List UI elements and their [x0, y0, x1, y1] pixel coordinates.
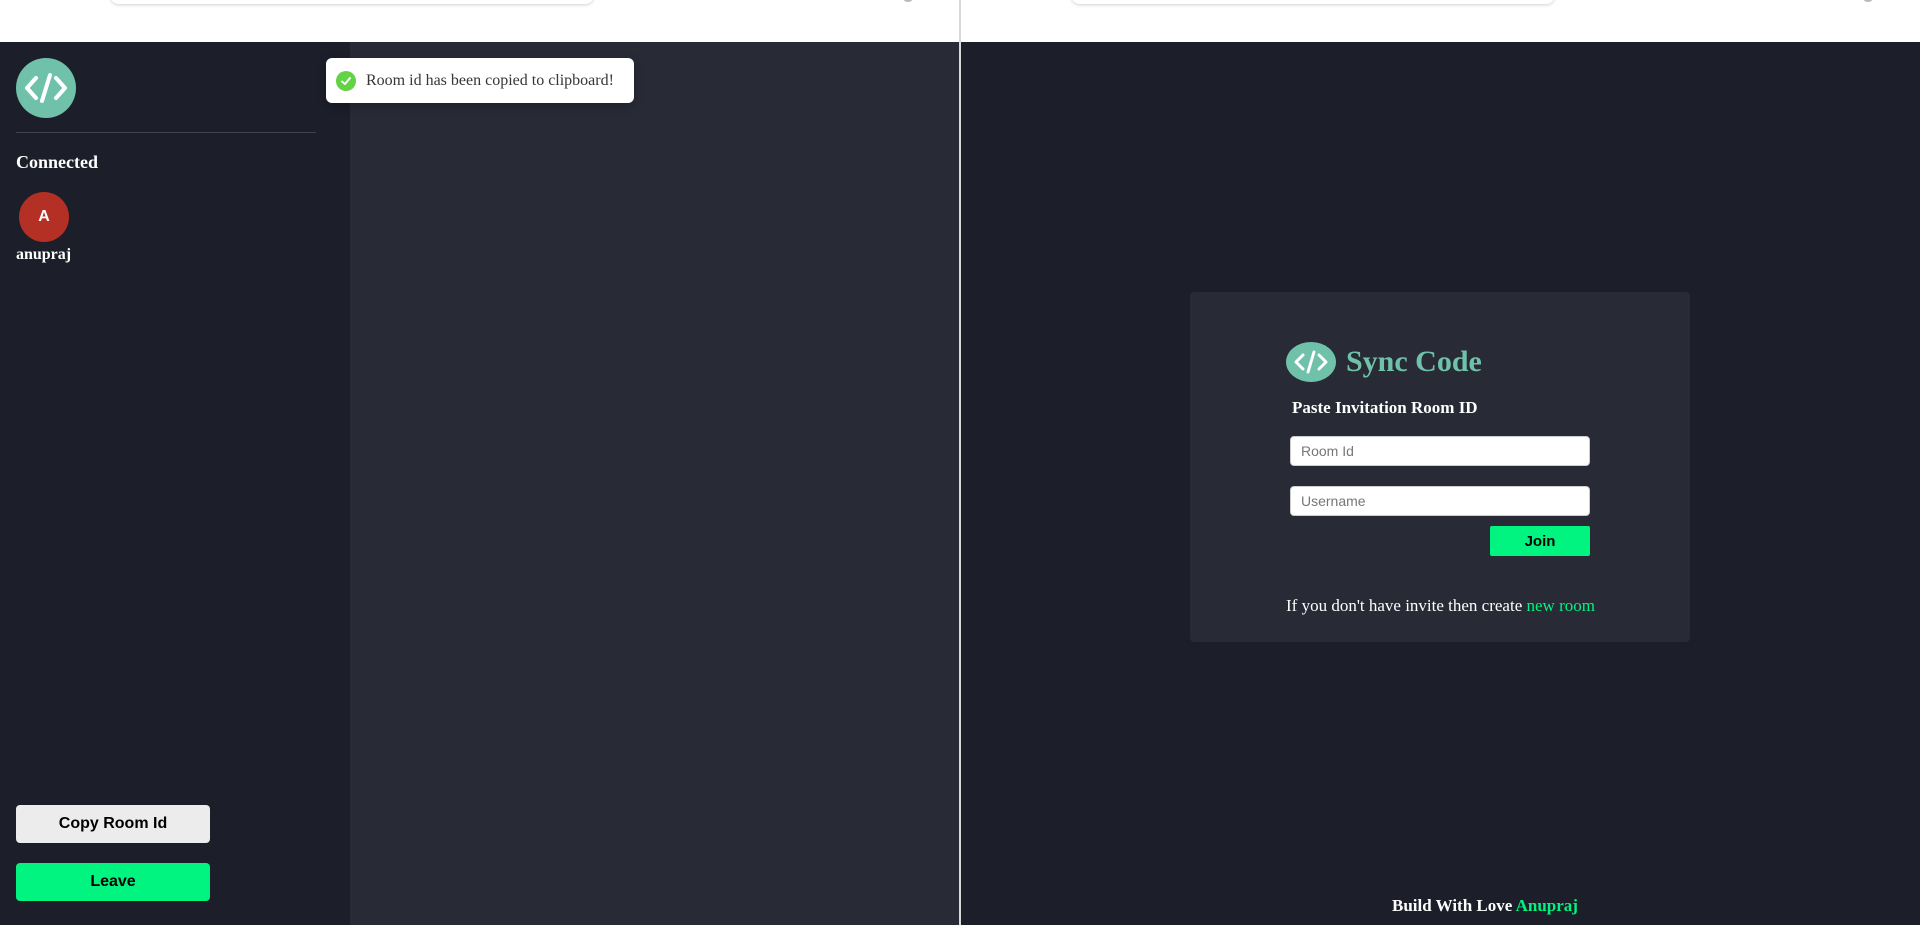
sidebar-divider — [16, 132, 316, 133]
code-brackets-icon — [1286, 342, 1336, 382]
username-input[interactable] — [1290, 486, 1590, 516]
profile-icon-left[interactable] — [902, 0, 914, 2]
address-bar-left[interactable] — [110, 0, 594, 4]
avatar: A — [19, 192, 69, 242]
toast-notification: Room id has been copied to clipboard! — [326, 58, 634, 103]
code-editor[interactable] — [350, 42, 959, 925]
copy-room-id-button[interactable]: Copy Room Id — [16, 805, 210, 843]
browser-toolbar-left — [0, 0, 960, 42]
code-brackets-icon — [16, 58, 76, 118]
new-room-link[interactable]: new room — [1527, 596, 1595, 615]
editor-page: Connected A anupraj Copy Room Id Leave R… — [0, 42, 959, 925]
success-check-icon — [336, 70, 356, 91]
footer-text: Build With Love — [1392, 896, 1516, 915]
browser-toolbar-right — [961, 0, 1920, 42]
invite-message: If you don't have invite then create — [1286, 596, 1527, 615]
toast-message: Room id has been copied to clipboard! — [366, 71, 614, 89]
join-card: Sync Code Paste Invitation Room ID Join … — [1190, 292, 1690, 642]
footer: Build With Love Anupraj — [1392, 896, 1578, 916]
leave-button[interactable]: Leave — [16, 863, 210, 901]
brand: Sync Code — [1286, 342, 1482, 382]
brand-title: Sync Code — [1346, 345, 1482, 378]
sidebar: Connected A anupraj Copy Room Id Leave — [0, 42, 350, 925]
join-page: Sync Code Paste Invitation Room ID Join … — [961, 42, 1920, 925]
footer-author: Anupraj — [1515, 896, 1578, 915]
client-item: A anupraj — [16, 192, 72, 264]
profile-icon-right[interactable] — [1862, 0, 1874, 2]
client-username: anupraj — [15, 246, 72, 263]
invite-text: If you don't have invite then create new… — [1286, 596, 1595, 616]
address-bar-right[interactable] — [1071, 0, 1555, 4]
join-button[interactable]: Join — [1490, 526, 1590, 556]
form-label: Paste Invitation Room ID — [1292, 398, 1478, 417]
connected-title: Connected — [16, 152, 98, 172]
room-id-input[interactable] — [1290, 436, 1590, 466]
